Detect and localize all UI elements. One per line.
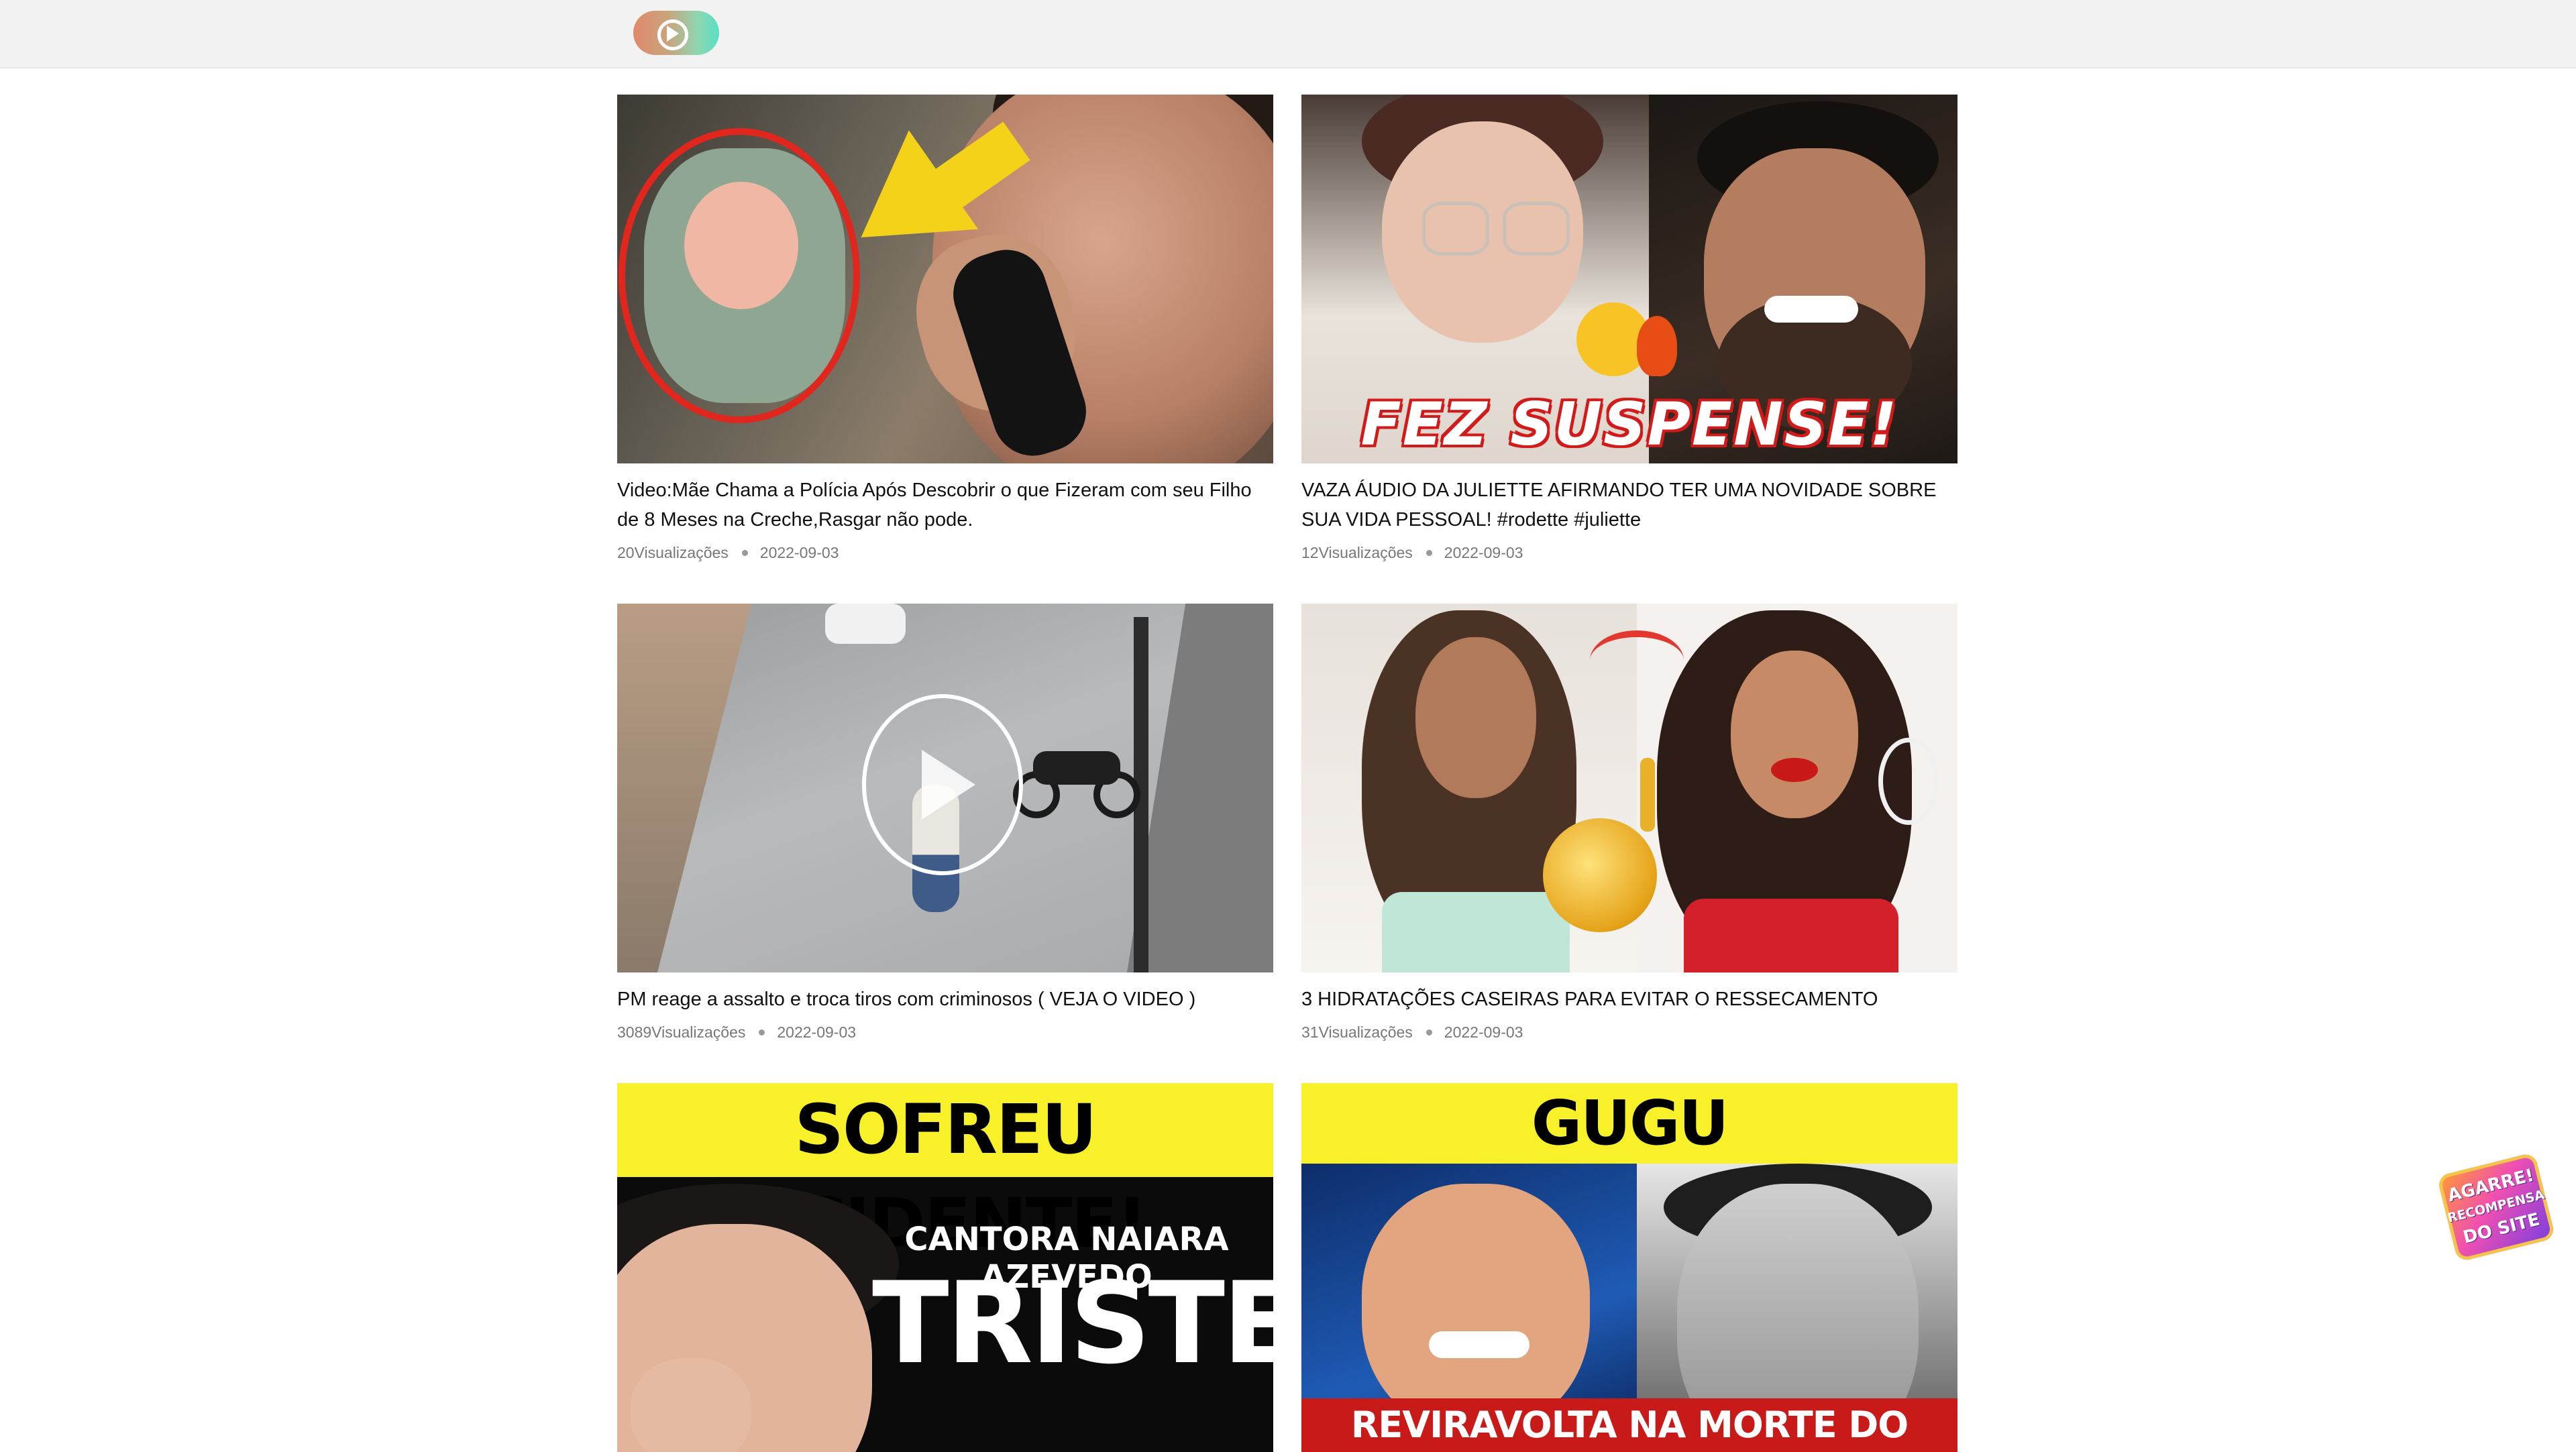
video-title[interactable]: Video:Mãe Chama a Polícia Após Descobrir…: [617, 476, 1273, 535]
top-header: [0, 0, 2576, 68]
thumbnail-caption: FEZ SUSPENSE!: [1360, 390, 1898, 459]
play-triangle-icon: [667, 25, 679, 42]
curved-arrow-icon: [1590, 630, 1684, 691]
video-meta: 31Visualizações 2022-09-03: [1301, 1023, 1957, 1042]
video-thumbnail[interactable]: [617, 604, 1273, 972]
video-thumbnail[interactable]: [617, 95, 1273, 463]
view-count: 20Visualizações: [617, 544, 729, 561]
thumbnail-headline: GUGU ASSASSINADO?: [1373, 1087, 1888, 1239]
video-card[interactable]: SOFREU ACIDENTE! CANTORA NAIARA AZEVEDO …: [617, 1083, 1273, 1452]
video-thumbnail[interactable]: FEZ SUSPENSE!: [1301, 95, 1957, 463]
upload-date: 2022-09-03: [1444, 1023, 1523, 1041]
oil-spoon-graphic: [1543, 818, 1657, 932]
separator-dot: [741, 550, 748, 556]
video-card[interactable]: GUGU ASSASSINADO? REVIRAVOLTA NA MORTE D…: [1301, 1083, 1957, 1452]
video-meta: 20Visualizações 2022-09-03: [617, 544, 1273, 562]
view-count: 12Visualizações: [1301, 544, 1413, 561]
fire-emoji-icon: [1637, 316, 1677, 376]
video-thumbnail[interactable]: [1301, 604, 1957, 972]
upload-date: 2022-09-03: [1444, 544, 1523, 561]
video-title[interactable]: 3 HIDRATAÇÕES CASEIRAS PARA EVITAR O RES…: [1301, 985, 1957, 1014]
site-reward-badge[interactable]: AGARRE! RECOMPENSA DO SITE: [2436, 1152, 2556, 1263]
video-title[interactable]: VAZA ÁUDIO DA JULIETTE AFIRMANDO TER UMA…: [1301, 476, 1957, 535]
video-thumbnail[interactable]: SOFREU ACIDENTE! CANTORA NAIARA AZEVEDO …: [617, 1083, 1273, 1452]
video-title[interactable]: PM reage a assalto e troca tiros com cri…: [617, 985, 1273, 1014]
video-card[interactable]: 3 HIDRATAÇÕES CASEIRAS PARA EVITAR O RES…: [1301, 604, 1957, 1042]
video-thumbnail[interactable]: GUGU ASSASSINADO? REVIRAVOLTA NA MORTE D…: [1301, 1083, 1957, 1452]
video-meta: 3089Visualizações 2022-09-03: [617, 1023, 1273, 1042]
play-triangle-icon: [922, 750, 975, 820]
upload-date: 2022-09-03: [777, 1023, 857, 1041]
view-count: 3089Visualizações: [617, 1023, 746, 1041]
video-card[interactable]: FEZ SUSPENSE! VAZA ÁUDIO DA JULIETTE AFI…: [1301, 95, 1957, 562]
thumbnail-headline: SOFREU ACIDENTE!: [744, 1090, 1147, 1264]
thumbnail-big-text: TRISTE: [872, 1258, 1273, 1389]
view-count: 31Visualizações: [1301, 1023, 1413, 1041]
upload-date: 2022-09-03: [759, 544, 839, 561]
separator-dot: [759, 1029, 765, 1036]
video-card[interactable]: Video:Mãe Chama a Polícia Após Descobrir…: [617, 95, 1273, 562]
thumbnail-bottom-caption: REVIRAVOLTA NA MORTE DO APRESENTADOR: [1350, 1404, 1909, 1446]
separator-dot: [1426, 550, 1432, 556]
site-logo[interactable]: [633, 11, 719, 55]
motorcycle-graphic: [1013, 738, 1140, 818]
video-meta: 12Visualizações 2022-09-03: [1301, 544, 1957, 562]
highlight-circle: [619, 128, 860, 423]
separator-dot: [1426, 1029, 1432, 1036]
video-card[interactable]: PM reage a assalto e troca tiros com cri…: [617, 604, 1273, 1042]
